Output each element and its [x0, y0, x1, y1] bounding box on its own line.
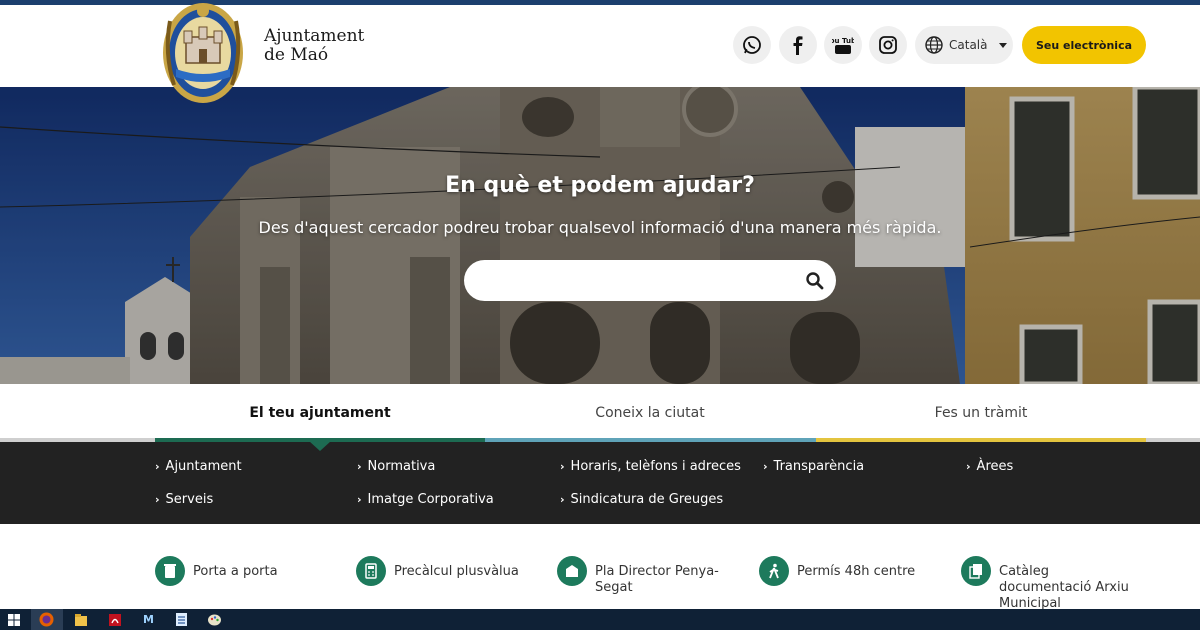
globe-icon	[925, 36, 943, 54]
chevron-right-icon: ›	[560, 493, 565, 506]
tab-fes-un-tramit[interactable]: Fes un tràmit	[816, 384, 1146, 442]
windows-start-icon[interactable]	[5, 611, 22, 628]
instagram-button[interactable]	[869, 26, 907, 64]
recycle-bin-icon	[155, 556, 185, 586]
site-header: Ajuntament de Maó You Tube	[0, 3, 1200, 103]
hero-subtitle: Des d'aquest cercador podreu trobar qual…	[258, 218, 942, 237]
link-label: Ajuntament	[165, 459, 242, 474]
seu-electronica-button[interactable]: Seu electrònica	[1022, 26, 1146, 64]
search-bar	[464, 260, 836, 301]
link-horaris[interactable]: › Horaris, telèfons i adreces	[560, 459, 741, 474]
link-label: Àrees	[976, 459, 1014, 474]
search-icon[interactable]	[805, 271, 825, 291]
youtube-icon: You Tube	[832, 37, 854, 54]
city-name-logo-text[interactable]: Ajuntament de Maó	[264, 27, 364, 65]
city-coat-of-arms-logo[interactable]	[160, 1, 246, 109]
logo-line-2: de Maó	[264, 45, 329, 65]
youtube-icon-text: You Tube	[832, 37, 854, 45]
link-label: Normativa	[367, 459, 436, 474]
mail-app-icon[interactable]: M	[140, 611, 157, 628]
chevron-right-icon: ›	[155, 493, 160, 506]
chevron-right-icon: ›	[966, 460, 971, 473]
tab-label: Fes un tràmit	[934, 405, 1028, 421]
logo-line-1: Ajuntament	[264, 26, 365, 46]
link-label: Serveis	[165, 492, 214, 507]
search-input[interactable]	[482, 268, 792, 293]
chevron-right-icon: ›	[357, 493, 362, 506]
walking-person-icon	[759, 556, 789, 586]
paint-app-icon[interactable]	[206, 611, 223, 628]
instagram-icon	[879, 36, 897, 54]
firefox-icon[interactable]	[38, 611, 55, 628]
document-plan-icon	[557, 556, 587, 586]
whatsapp-icon	[743, 36, 761, 54]
pdf-reader-icon[interactable]	[106, 611, 123, 628]
whatsapp-button[interactable]	[733, 26, 771, 64]
calculator-icon	[356, 556, 386, 586]
ajuntament-links-panel: › Ajuntament › Normativa › Horaris, telèfon…	[0, 442, 1200, 524]
tile-label: Precàlcul plusvàlua	[394, 564, 519, 579]
link-label: Sindicatura de Greuges	[570, 492, 724, 507]
chevron-right-icon: ›	[155, 460, 160, 473]
youtube-button[interactable]: You Tube	[824, 26, 862, 64]
chevron-right-icon: ›	[357, 460, 362, 473]
archive-catalog-icon	[961, 556, 991, 586]
link-ajuntament[interactable]: › Ajuntament	[155, 459, 242, 474]
link-label: Imatge Corporativa	[367, 492, 494, 507]
facebook-icon	[793, 36, 803, 55]
link-normativa[interactable]: › Normativa	[357, 459, 435, 474]
link-transparencia[interactable]: › Transparència	[763, 459, 864, 474]
link-serveis[interactable]: › Serveis	[155, 492, 213, 507]
tab-label: Coneix la ciutat	[595, 405, 705, 421]
tile-label: Catàleg documentació Arxiu Municipal	[999, 564, 1129, 611]
tile-label: Pla Director Penya-Segat	[595, 564, 719, 595]
link-sindicatura[interactable]: › Sindicatura de Greuges	[560, 492, 723, 507]
file-explorer-icon[interactable]	[72, 611, 89, 628]
tile-label: Permís 48h centre	[797, 564, 916, 579]
link-label: Horaris, telèfons i adreces	[570, 459, 741, 474]
tab-label: El teu ajuntament	[249, 405, 391, 421]
link-imatge-corporativa[interactable]: › Imatge Corporativa	[357, 492, 494, 507]
tab-coneix-la-ciutat[interactable]: Coneix la ciutat	[485, 384, 815, 442]
link-arees[interactable]: › Àrees	[966, 459, 1013, 474]
tab-el-teu-ajuntament[interactable]: El teu ajuntament	[155, 384, 485, 442]
hero-title: En què et podem ajudar?	[445, 173, 755, 198]
language-label: Català	[949, 38, 988, 52]
tile-pla-director[interactable]: Pla Director Penya-Segat	[557, 556, 725, 596]
section-tabs: El teu ajuntament Coneix la ciutat Fes u…	[0, 384, 1200, 442]
word-document-icon[interactable]	[173, 611, 190, 628]
chevron-right-icon: ›	[560, 460, 565, 473]
link-label: Transparència	[773, 459, 865, 474]
facebook-button[interactable]	[779, 26, 817, 64]
language-selector[interactable]: Català	[915, 26, 1013, 64]
tile-permis-48h[interactable]: Permís 48h centre	[759, 556, 947, 586]
chevron-right-icon: ›	[763, 460, 768, 473]
tile-label: Porta a porta	[193, 564, 278, 579]
os-taskbar: M	[0, 609, 1200, 630]
tile-cataleg-arxiu[interactable]: Catàleg documentació Arxiu Municipal	[961, 556, 1139, 612]
chevron-down-icon	[999, 42, 1008, 48]
tile-precalcul-plusvalua[interactable]: Precàlcul plusvàlua	[356, 556, 554, 586]
hero-banner: En què et podem ajudar? Des d'aquest cer…	[0, 87, 1200, 384]
active-tab-pointer	[309, 441, 331, 451]
tile-porta-a-porta[interactable]: Porta a porta	[155, 556, 313, 586]
